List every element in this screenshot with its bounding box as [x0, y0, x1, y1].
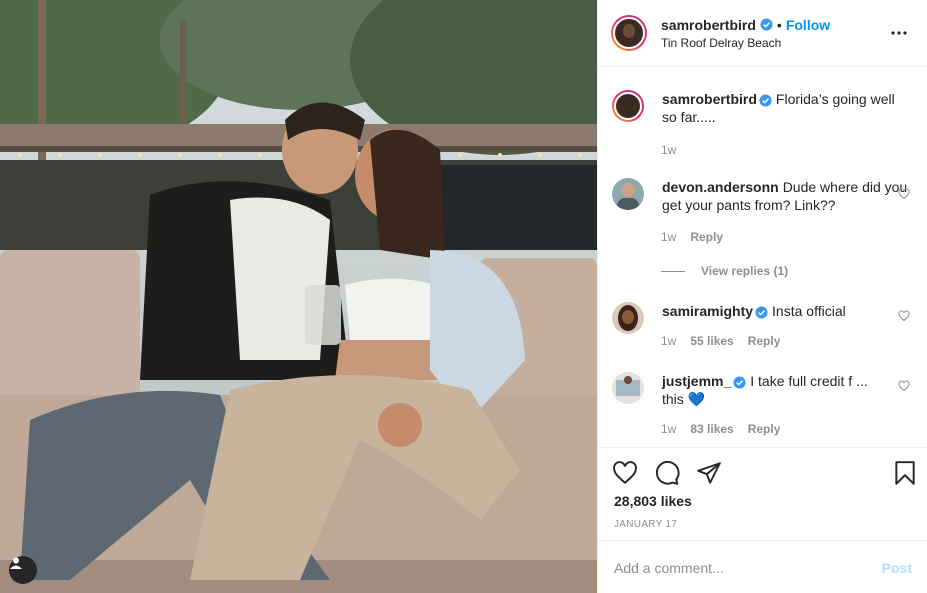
paper-plane-icon	[697, 462, 721, 484]
reply-button[interactable]: Reply	[748, 334, 781, 348]
comment-username[interactable]: devon.andersonn	[662, 179, 779, 195]
share-button[interactable]	[696, 460, 722, 486]
caption: samrobertbird Florida’s going well so far…	[612, 90, 912, 126]
replies-line	[661, 270, 685, 272]
verified-badge-icon	[733, 376, 746, 389]
post-location[interactable]: Tin Roof Delray Beach	[661, 36, 887, 50]
comment-likes[interactable]: 83 likes	[690, 422, 733, 436]
like-comment-heart-icon[interactable]	[898, 188, 910, 200]
verified-badge-icon	[760, 18, 773, 31]
follow-button[interactable]: Follow	[786, 17, 830, 33]
comment-item: justjemm_ I take full credit f... this 💙	[612, 372, 912, 408]
comment-time[interactable]: 1w	[661, 230, 676, 244]
caption-time[interactable]: 1w	[661, 143, 676, 157]
verified-badge-icon	[759, 94, 772, 107]
caption-meta: 1w	[661, 143, 676, 157]
comment-meta: 1w Reply	[661, 230, 723, 244]
comment-meta: 1w 55 likes Reply	[661, 334, 780, 348]
comment-time[interactable]: 1w	[661, 422, 676, 436]
commenter-avatar[interactable]	[612, 302, 644, 334]
author-avatar[interactable]	[611, 15, 647, 51]
comment-time[interactable]: 1w	[661, 334, 676, 348]
commenter-avatar[interactable]	[612, 372, 644, 404]
bookmark-icon	[895, 461, 915, 485]
verified-badge-icon	[755, 306, 768, 319]
comment-item: samiramighty Insta official	[612, 302, 912, 334]
comment-text: Insta official	[772, 303, 846, 319]
more-options-button[interactable]	[887, 21, 911, 45]
post-comment-button[interactable]: Post	[882, 560, 912, 576]
blue-heart-emoji: 💙	[687, 391, 706, 407]
comment-button[interactable]	[654, 460, 680, 486]
post-date[interactable]: JANUARY 17	[614, 519, 677, 530]
likes-count[interactable]: 28,803 likes	[614, 493, 692, 509]
caption-avatar[interactable]	[612, 90, 644, 122]
post-actions: 28,803 likes JANUARY 17 Post	[598, 447, 927, 593]
separator-dot: •	[776, 16, 782, 33]
heart-icon	[613, 461, 637, 485]
comment-username[interactable]: justjemm_	[662, 373, 731, 389]
user-icon	[10, 557, 22, 569]
commenter-avatar[interactable]	[612, 178, 644, 210]
reply-button[interactable]: Reply	[690, 230, 723, 244]
caption-username[interactable]: samrobertbird	[662, 91, 757, 107]
reply-button[interactable]: Reply	[748, 422, 781, 436]
post-side-panel: samrobertbird • Follow Tin Roof Delray B…	[597, 0, 927, 593]
view-replies-label: View replies (1)	[701, 264, 789, 278]
comment-bubble-icon	[655, 460, 680, 485]
add-comment-bar: Post	[598, 540, 927, 593]
comment-text: I take full credit f	[750, 373, 853, 389]
like-comment-heart-icon[interactable]	[898, 380, 910, 392]
view-replies-button[interactable]: View replies (1)	[661, 264, 788, 278]
more-horizontal-icon	[891, 31, 907, 35]
post-image	[0, 0, 597, 593]
comment-more-ellipsis[interactable]: ...	[856, 373, 868, 389]
save-button[interactable]	[892, 460, 918, 486]
like-button[interactable]	[612, 460, 638, 486]
comments-list[interactable]: samrobertbird Florida’s going well so far…	[598, 68, 927, 448]
tagged-user-button[interactable]	[9, 556, 37, 584]
comment-text-continued: this	[662, 391, 684, 407]
instagram-post-modal: samrobertbird • Follow Tin Roof Delray B…	[0, 0, 927, 593]
post-photo[interactable]	[0, 0, 597, 593]
like-comment-heart-icon[interactable]	[898, 310, 910, 322]
comment-meta: 1w 83 likes Reply	[661, 422, 780, 436]
add-comment-input[interactable]	[614, 559, 882, 576]
comment-item: devon.andersonn Dude where did you get yo…	[612, 178, 912, 214]
comment-likes[interactable]: 55 likes	[690, 334, 733, 348]
post-header: samrobertbird • Follow Tin Roof Delray B…	[598, 0, 927, 67]
comment-username[interactable]: samiramighty	[662, 303, 753, 319]
author-username[interactable]: samrobertbird	[661, 17, 756, 33]
